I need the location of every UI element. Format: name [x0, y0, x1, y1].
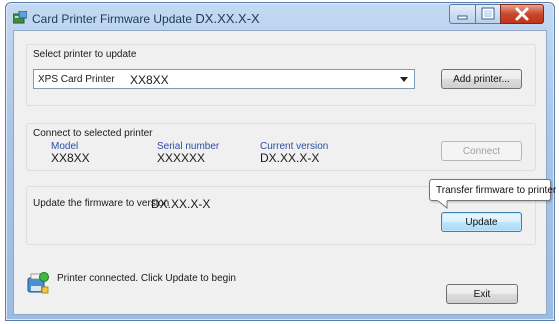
minimize-button[interactable] [449, 4, 476, 24]
exit-button[interactable]: Exit [446, 284, 518, 304]
client-area: Select printer to update XPS Card Printe… [13, 30, 556, 315]
minimize-icon [457, 15, 468, 20]
app-icon [13, 11, 27, 24]
current-version-value: DX.XX.X-X [260, 151, 320, 165]
title-bar[interactable]: Card Printer Firmware Update DX.XX.X-X [6, 3, 554, 29]
select-printer-group: Select printer to update XPS Card Printe… [26, 44, 536, 106]
update-firmware-label: Update the firmware to version [33, 198, 170, 209]
update-button[interactable]: Update [441, 212, 522, 232]
status-message: Printer connected. Click Update to begin [57, 273, 236, 284]
printer-select-name: XPS Card Printer [38, 74, 115, 85]
window-title-text: Card Printer Firmware Update [32, 12, 193, 26]
update-firmware-version: DX.XX.X-X [151, 197, 211, 211]
window-title-version: DX.XX.X-X [195, 11, 260, 26]
maximize-icon [481, 7, 495, 20]
connect-printer-label: Connect to selected printer [33, 128, 153, 139]
model-value: XX8XX [51, 151, 90, 165]
add-printer-button[interactable]: Add printer... [441, 69, 522, 89]
update-tooltip-text: Transfer firmware to printer [436, 184, 557, 196]
serial-number-value: XXXXXX [157, 151, 206, 165]
select-printer-label: Select printer to update [33, 49, 137, 60]
chevron-down-icon [400, 77, 408, 82]
app-window: Card Printer Firmware Update DX.XX.X-X S… [5, 2, 556, 321]
window-title: Card Printer Firmware Update DX.XX.X-X [32, 11, 260, 26]
maximize-button[interactable] [475, 4, 501, 24]
printer-select-model: XX8XX [130, 73, 169, 87]
update-tooltip: Transfer firmware to printer [429, 179, 556, 201]
printer-select[interactable]: XPS Card Printer XX8XX [33, 69, 415, 89]
printer-connected-icon [27, 272, 49, 294]
close-icon [515, 7, 529, 21]
tooltip-pointer [437, 200, 448, 209]
close-button[interactable] [500, 4, 544, 24]
connect-button[interactable]: Connect [441, 141, 522, 161]
connect-printer-group: Connect to selected printer Model XX8XX … [26, 123, 536, 171]
